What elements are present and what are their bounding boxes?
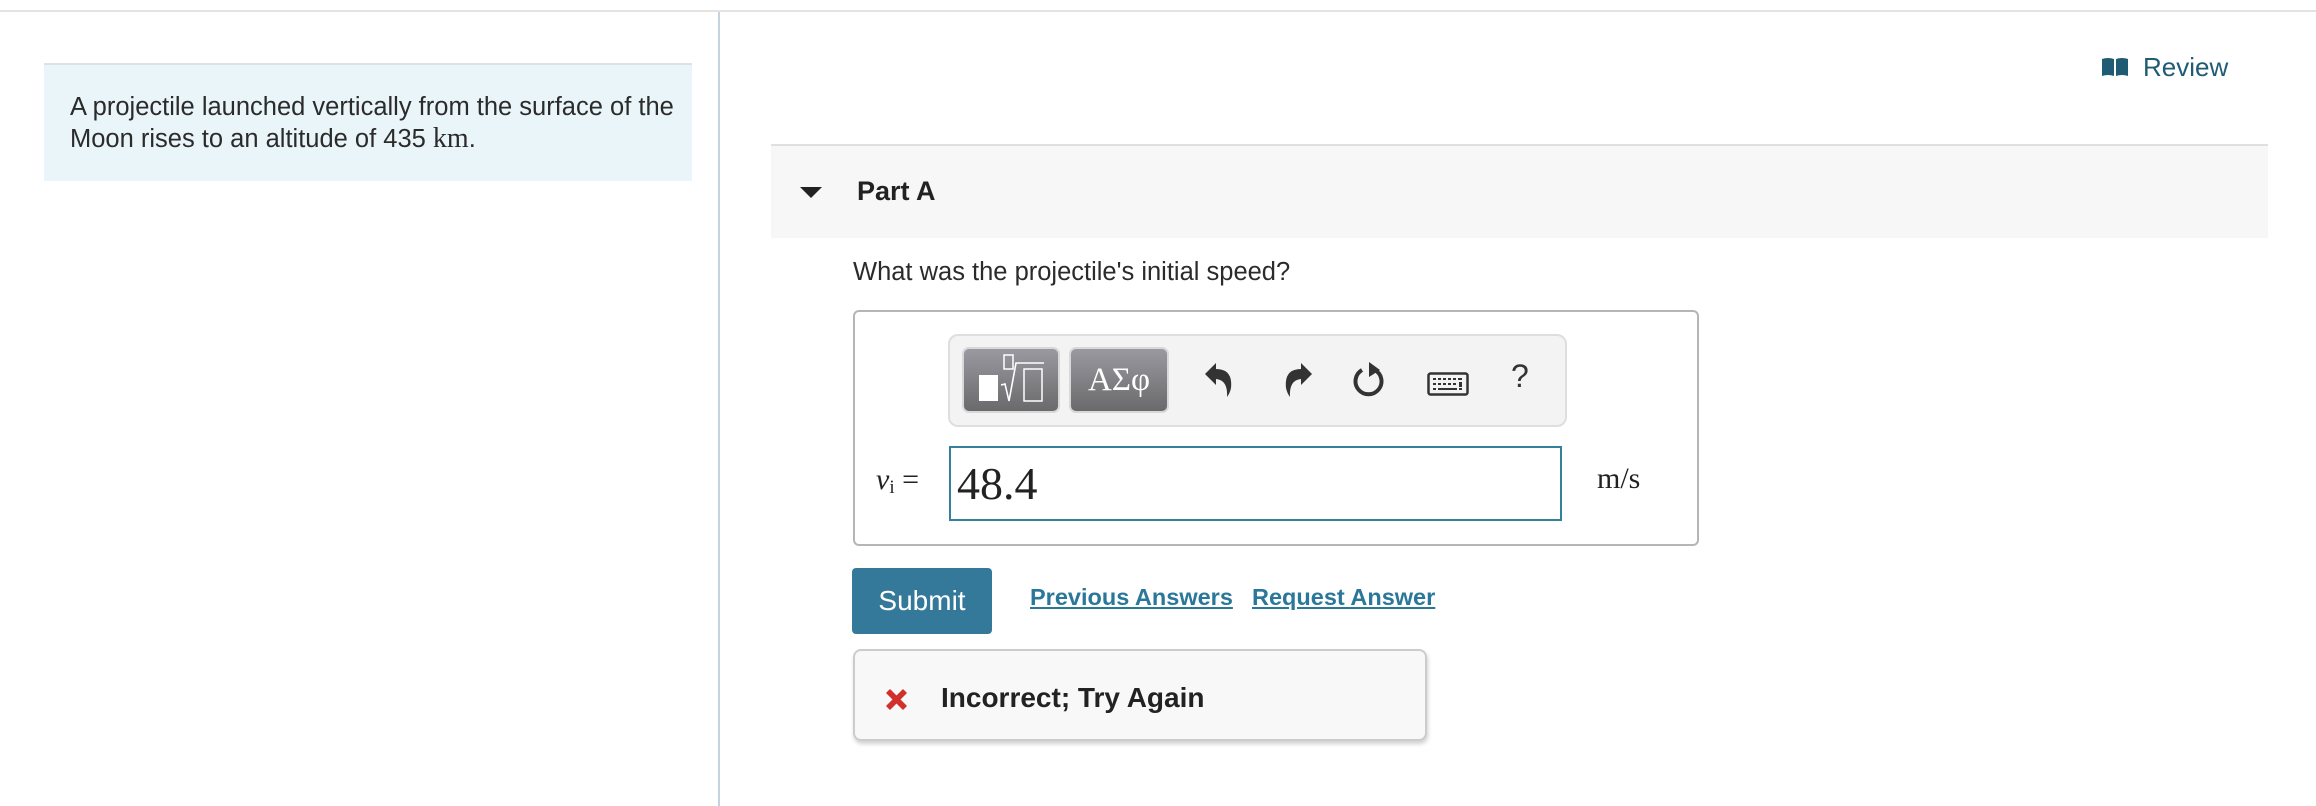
variable-label: vi = — [876, 463, 919, 499]
answer-input[interactable] — [949, 446, 1562, 521]
previous-answers-link[interactable]: Previous Answers — [1030, 584, 1233, 611]
problem-intro-text: A projectile launched vertically from th… — [70, 92, 680, 155]
templates-icon — [979, 354, 1044, 402]
keyboard-icon[interactable] — [1427, 372, 1469, 396]
request-answer-link[interactable]: Request Answer — [1252, 584, 1435, 611]
variable-subscript: i — [889, 477, 895, 498]
math-toolbar: ΑΣφ ? — [948, 334, 1567, 427]
help-button[interactable]: ? — [1511, 358, 1529, 395]
intro-text-end: . — [468, 125, 476, 153]
undo-icon[interactable] — [1203, 362, 1237, 398]
review-label: Review — [2143, 51, 2229, 82]
pane-divider[interactable] — [718, 12, 720, 806]
variable-symbol: v — [876, 463, 890, 496]
equals-sign: = — [902, 463, 920, 496]
redo-icon[interactable] — [1280, 362, 1314, 398]
feedback-text: Incorrect; Try Again — [941, 682, 1205, 713]
part-title: Part A — [857, 176, 936, 206]
question-text: What was the projectile's initial speed? — [853, 258, 1291, 286]
templates-button[interactable] — [962, 347, 1060, 413]
top-rule — [0, 10, 2316, 12]
x-icon — [886, 689, 907, 710]
intro-unit: km — [432, 123, 469, 154]
review-link[interactable]: Review — [2101, 50, 2228, 84]
intro-text-body: A projectile launched vertically from th… — [70, 93, 674, 153]
caret-down-icon — [800, 187, 822, 198]
book-icon — [2102, 58, 2128, 76]
reset-icon[interactable] — [1353, 362, 1387, 398]
unit-label: m/s — [1597, 462, 1641, 495]
submit-button[interactable]: Submit — [852, 568, 992, 634]
feedback-box: Incorrect; Try Again — [853, 649, 1427, 741]
symbols-label: ΑΣφ — [1087, 361, 1151, 398]
problem-intro: A projectile launched vertically from th… — [44, 63, 692, 181]
symbols-button[interactable]: ΑΣφ — [1069, 347, 1169, 413]
part-a-header[interactable]: Part A — [771, 144, 2268, 238]
